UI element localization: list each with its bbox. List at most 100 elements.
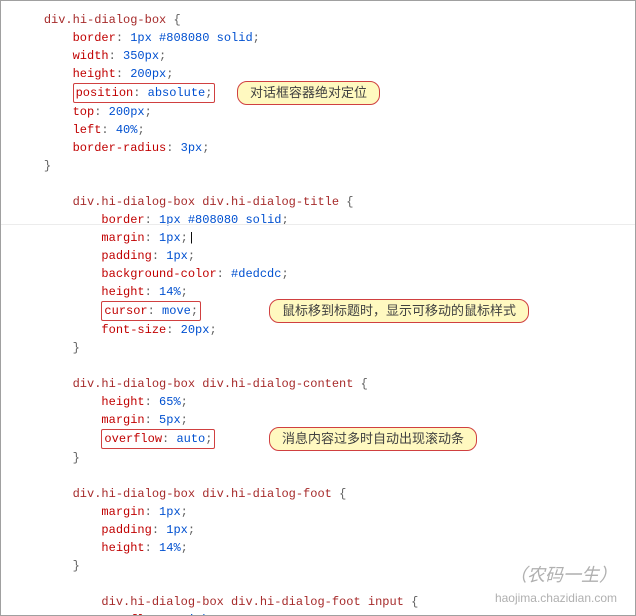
code-line: }: [15, 157, 635, 175]
brace-close: }: [44, 159, 51, 173]
css-property: width: [73, 49, 109, 63]
css-property: position: [76, 86, 134, 100]
css-property: top: [73, 105, 95, 119]
semicolon: ;: [205, 432, 212, 446]
colon: :: [145, 395, 152, 409]
css-property: margin: [101, 413, 144, 427]
code-line: overflow: auto; 消息内容过多时自动出现滚动条: [15, 429, 635, 449]
code-line: div.hi-dialog-box div.hi-dialog-content …: [15, 375, 635, 393]
css-selector: div.hi-dialog-box div.hi-dialog-title: [73, 195, 339, 209]
colon: :: [101, 123, 108, 137]
colon: :: [162, 432, 169, 446]
css-value: 65%: [159, 395, 181, 409]
highlighted-declaration: overflow: auto;: [101, 429, 215, 449]
annotation-callout: 消息内容过多时自动出现滚动条: [269, 427, 477, 451]
semicolon: ;: [188, 523, 195, 537]
colon: :: [166, 323, 173, 337]
editor-selection-line: [1, 224, 635, 225]
brace-close: }: [73, 559, 80, 573]
css-selector: div.hi-dialog-box: [44, 13, 166, 27]
code-line: }: [15, 339, 635, 357]
colon: :: [145, 413, 152, 427]
css-selector: div.hi-dialog-box div.hi-dialog-foot inp…: [101, 595, 403, 609]
semicolon: ;: [181, 505, 188, 519]
css-property: height: [101, 541, 144, 555]
css-value: 1px: [166, 523, 188, 537]
code-line: font-size: 20px;: [15, 321, 635, 339]
css-property: margin: [101, 505, 144, 519]
code-line: div.hi-dialog-box div.hi-dialog-title {: [15, 193, 635, 211]
annotation-callout: 鼠标移到标题时，显示可移动的鼠标样式: [269, 299, 529, 323]
colon: :: [145, 505, 152, 519]
watermark-text-cn: （农码一生）: [509, 561, 617, 587]
brace-close: }: [73, 341, 80, 355]
css-property: height: [101, 395, 144, 409]
semicolon: ;: [181, 413, 188, 427]
code-body: div.hi-dialog-box { border: 1px #808080 …: [15, 11, 635, 616]
colon: :: [148, 304, 155, 318]
code-view-container: div.hi-dialog-box { border: 1px #808080 …: [0, 0, 636, 616]
brace-open: {: [346, 195, 353, 209]
colon: :: [217, 267, 224, 281]
colon: :: [145, 541, 152, 555]
code-line: padding: 1px;: [15, 247, 635, 265]
colon: :: [116, 31, 123, 45]
semicolon: ;: [253, 31, 260, 45]
code-line: height: 14%;: [15, 539, 635, 557]
code-line: cursor: move;鼠标移到标题时，显示可移动的鼠标样式: [15, 301, 635, 321]
semicolon: ;: [188, 249, 195, 263]
colon: :: [116, 67, 123, 81]
css-property: border-radius: [73, 141, 167, 155]
annotation-callout: 对话框容器绝对定位: [237, 81, 380, 105]
css-value: 1px #808080 solid: [130, 31, 252, 45]
css-value: absolute: [148, 86, 206, 100]
css-property: margin: [101, 231, 144, 245]
brace-open: {: [361, 377, 368, 391]
brace-open: {: [411, 595, 418, 609]
code-line: float: right;: [15, 611, 635, 616]
text-cursor: |: [188, 231, 195, 245]
css-property: font-size: [101, 323, 166, 337]
semicolon: ;: [166, 67, 173, 81]
css-property: border: [73, 31, 116, 45]
semicolon: ;: [209, 323, 216, 337]
css-property: background-color: [101, 267, 216, 281]
css-value: #dedcdc: [231, 267, 281, 281]
code-line: [15, 175, 635, 193]
semicolon: ;: [191, 304, 198, 318]
semicolon: ;: [181, 285, 188, 299]
brace-close: }: [73, 451, 80, 465]
css-property: cursor: [104, 304, 147, 318]
highlighted-declaration: position: absolute;: [73, 83, 216, 103]
code-line: div.hi-dialog-box div.hi-dialog-foot {: [15, 485, 635, 503]
code-line: padding: 1px;: [15, 521, 635, 539]
semicolon: ;: [181, 541, 188, 555]
code-line: border-radius: 3px;: [15, 139, 635, 157]
css-value: 3px: [181, 141, 203, 155]
watermark-text-url: haojima.chazidian.com: [495, 591, 617, 605]
css-value: 20px: [181, 323, 210, 337]
css-selector: div.hi-dialog-box div.hi-dialog-content: [73, 377, 354, 391]
css-value: 14%: [159, 285, 181, 299]
semicolon: ;: [137, 123, 144, 137]
css-property: padding: [101, 523, 151, 537]
colon: :: [145, 231, 152, 245]
css-value: 40%: [116, 123, 138, 137]
semicolon: ;: [202, 141, 209, 155]
css-value: 5px: [159, 413, 181, 427]
css-value: 1px: [159, 505, 181, 519]
colon: :: [133, 86, 140, 100]
code-line: }: [15, 449, 635, 467]
code-line: [15, 467, 635, 485]
css-value: 1px: [159, 231, 181, 245]
code-line: margin: 1px;: [15, 503, 635, 521]
code-line: left: 40%;: [15, 121, 635, 139]
css-value: 350px: [123, 49, 159, 63]
css-selector: div.hi-dialog-box div.hi-dialog-foot: [73, 487, 332, 501]
css-value: auto: [176, 432, 205, 446]
code-line: top: 200px;: [15, 103, 635, 121]
code-line: border: 1px #808080 solid;: [15, 29, 635, 47]
colon: :: [145, 285, 152, 299]
colon: :: [152, 249, 159, 263]
css-property: left: [73, 123, 102, 137]
